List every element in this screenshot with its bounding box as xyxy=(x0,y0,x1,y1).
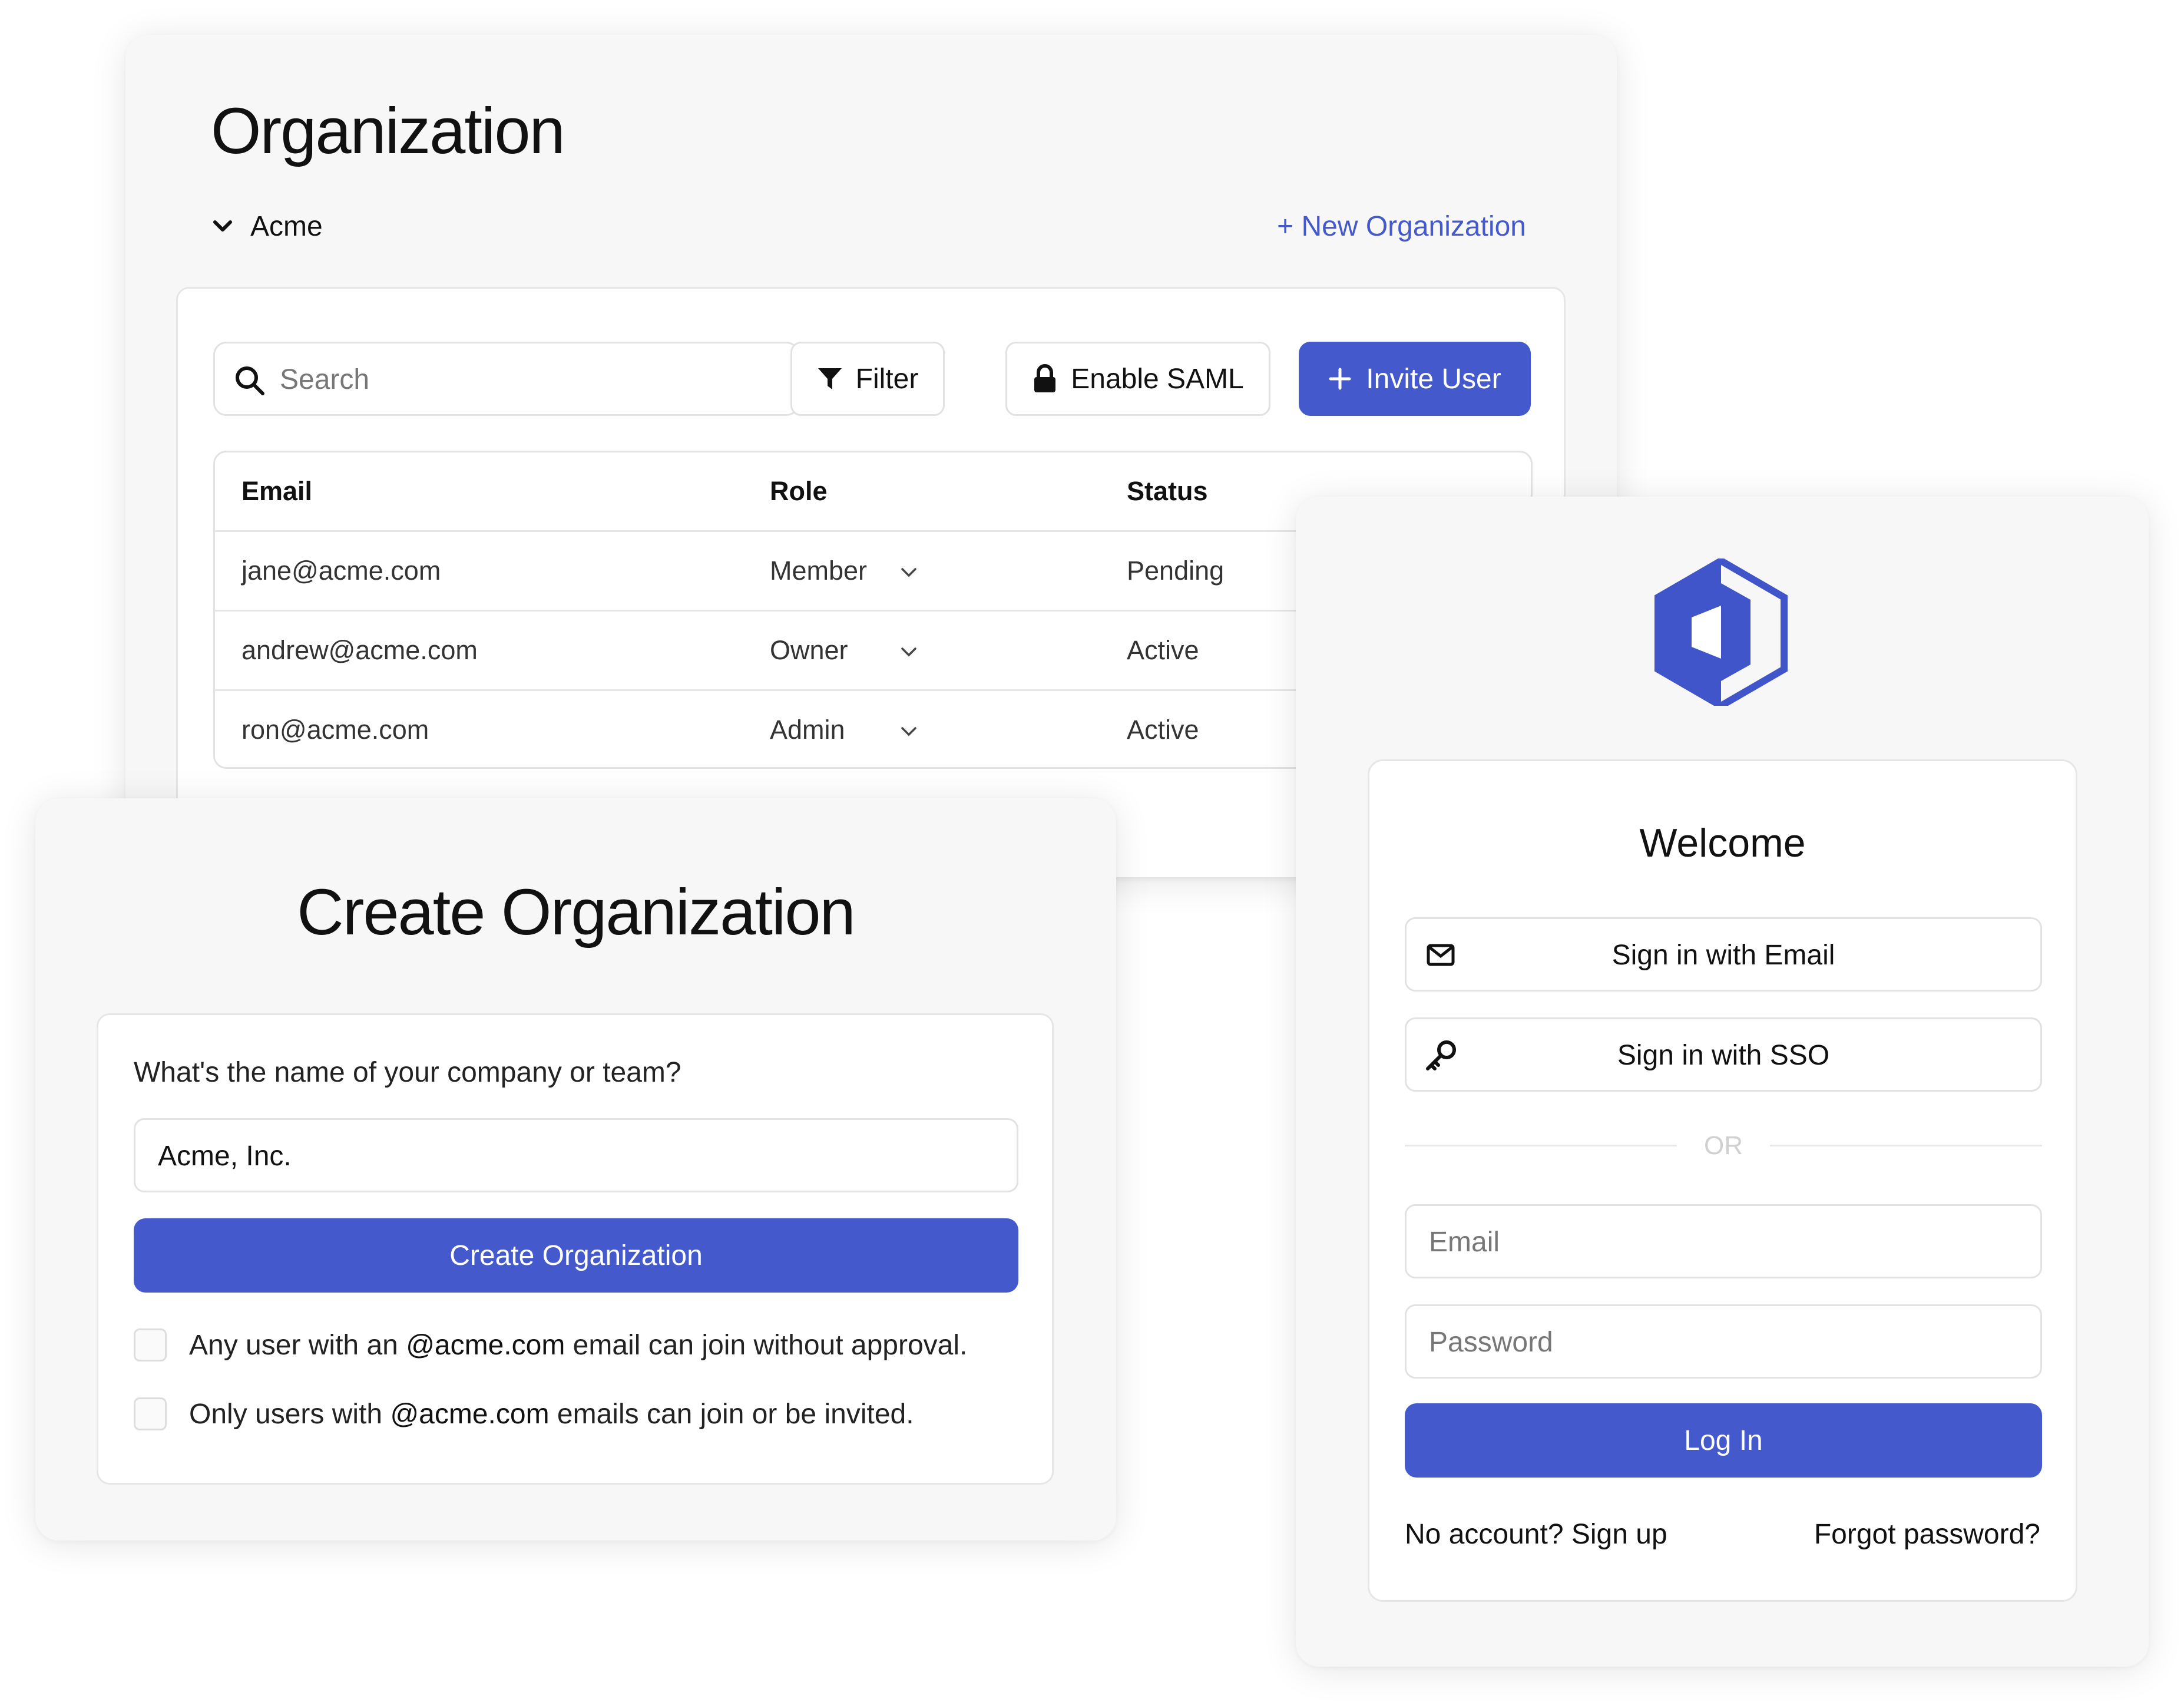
email-placeholder: Email xyxy=(1429,1227,1500,1258)
sign-in-sso-label: Sign in with SSO xyxy=(1617,1040,1830,1071)
row-email: ron@acme.com xyxy=(241,715,429,745)
auto-join-label-pre: Any user with an xyxy=(189,1329,406,1361)
row-status: Active xyxy=(1127,635,1199,665)
row-email: andrew@acme.com xyxy=(241,635,478,665)
create-organization-button[interactable]: Create Organization xyxy=(134,1218,1018,1293)
create-organization-label: Create Organization xyxy=(449,1240,703,1271)
or-divider: OR xyxy=(1405,1128,2042,1163)
search-placeholder: Search xyxy=(280,364,370,395)
welcome-heading: Welcome xyxy=(1639,821,1806,865)
login-card: Welcome Sign in with Email Sign in with … xyxy=(1368,759,2077,1602)
chevron-down-icon xyxy=(901,647,917,657)
restrict-domain-option: Only users with @acme.com emails can joi… xyxy=(134,1396,914,1432)
login-panel: Welcome Sign in with Email Sign in with … xyxy=(1296,497,2149,1667)
new-organization-link[interactable]: + New Organization xyxy=(1277,210,1526,243)
log-in-button[interactable]: Log In xyxy=(1405,1403,2042,1478)
divider-line xyxy=(1770,1145,2042,1146)
lock-icon xyxy=(1032,364,1058,394)
search-icon xyxy=(234,365,266,396)
row-status: Active xyxy=(1127,715,1199,745)
password-field[interactable]: Password xyxy=(1405,1304,2042,1379)
password-placeholder: Password xyxy=(1429,1327,1553,1358)
auto-join-label-post: email can join without approval. xyxy=(565,1329,968,1361)
plus-icon xyxy=(1328,367,1352,391)
chevron-down-icon xyxy=(901,567,917,578)
restrict-domain-checkbox[interactable] xyxy=(134,1397,167,1430)
company-name-input[interactable]: Acme, Inc. xyxy=(134,1118,1018,1192)
role-select-value: Admin xyxy=(770,715,845,745)
sign-in-sso-button[interactable]: Sign in with SSO xyxy=(1405,1017,2042,1092)
search-input[interactable]: Search xyxy=(213,342,799,416)
chevron-down-icon xyxy=(213,220,233,233)
column-header-role: Role xyxy=(770,476,828,506)
forgot-password-link[interactable]: Forgot password? xyxy=(1814,1518,2040,1551)
column-header-email: Email xyxy=(241,476,313,506)
org-selector[interactable]: Acme xyxy=(213,209,323,244)
role-select-value: Owner xyxy=(770,635,848,665)
create-organization-panel: Create Organization What's the name of y… xyxy=(35,798,1116,1541)
create-org-title: Create Organization xyxy=(297,876,855,949)
restrict-domain-label-post: emails can join or be invited. xyxy=(549,1398,914,1430)
page-title: Organization xyxy=(211,95,565,167)
restrict-domain-label-pre: Only users with xyxy=(189,1398,391,1430)
auto-join-label: Any user with an @acme.com email can joi… xyxy=(189,1329,967,1361)
org-selector-label: Acme xyxy=(250,210,323,242)
filter-icon xyxy=(817,366,843,392)
auto-join-checkbox[interactable] xyxy=(134,1328,167,1361)
filter-label: Filter xyxy=(855,363,919,395)
role-select[interactable]: Admin xyxy=(770,715,923,748)
filter-button[interactable]: Filter xyxy=(790,342,945,416)
sign-up-link[interactable]: No account? Sign up xyxy=(1405,1518,1667,1551)
log-in-label: Log In xyxy=(1684,1425,1763,1456)
invite-user-label: Invite User xyxy=(1366,363,1501,395)
email-field[interactable]: Email xyxy=(1405,1204,2042,1278)
create-org-card: What's the name of your company or team?… xyxy=(97,1013,1054,1485)
column-header-status: Status xyxy=(1127,476,1208,506)
role-select[interactable]: Member xyxy=(770,556,923,589)
restrict-domain-domain: @acme.com xyxy=(390,1398,550,1430)
auto-join-domain: @acme.com xyxy=(406,1329,565,1361)
chevron-down-icon xyxy=(901,726,917,737)
invite-user-button[interactable]: Invite User xyxy=(1299,342,1531,416)
restrict-domain-label: Only users with @acme.com emails can joi… xyxy=(189,1398,914,1430)
brand-logo xyxy=(1653,558,1789,706)
row-email: jane@acme.com xyxy=(241,556,441,586)
role-select[interactable]: Owner xyxy=(770,635,923,668)
sign-in-email-button[interactable]: Sign in with Email xyxy=(1405,917,2042,992)
auto-join-option: Any user with an @acme.com email can joi… xyxy=(134,1327,967,1363)
enable-saml-label: Enable SAML xyxy=(1071,363,1244,395)
row-status: Pending xyxy=(1127,556,1225,586)
sign-in-email-label: Sign in with Email xyxy=(1611,940,1835,971)
company-name-value: Acme, Inc. xyxy=(158,1141,292,1172)
role-select-value: Member xyxy=(770,556,868,586)
enable-saml-button[interactable]: Enable SAML xyxy=(1005,342,1270,416)
company-name-label: What's the name of your company or team? xyxy=(134,1057,681,1088)
